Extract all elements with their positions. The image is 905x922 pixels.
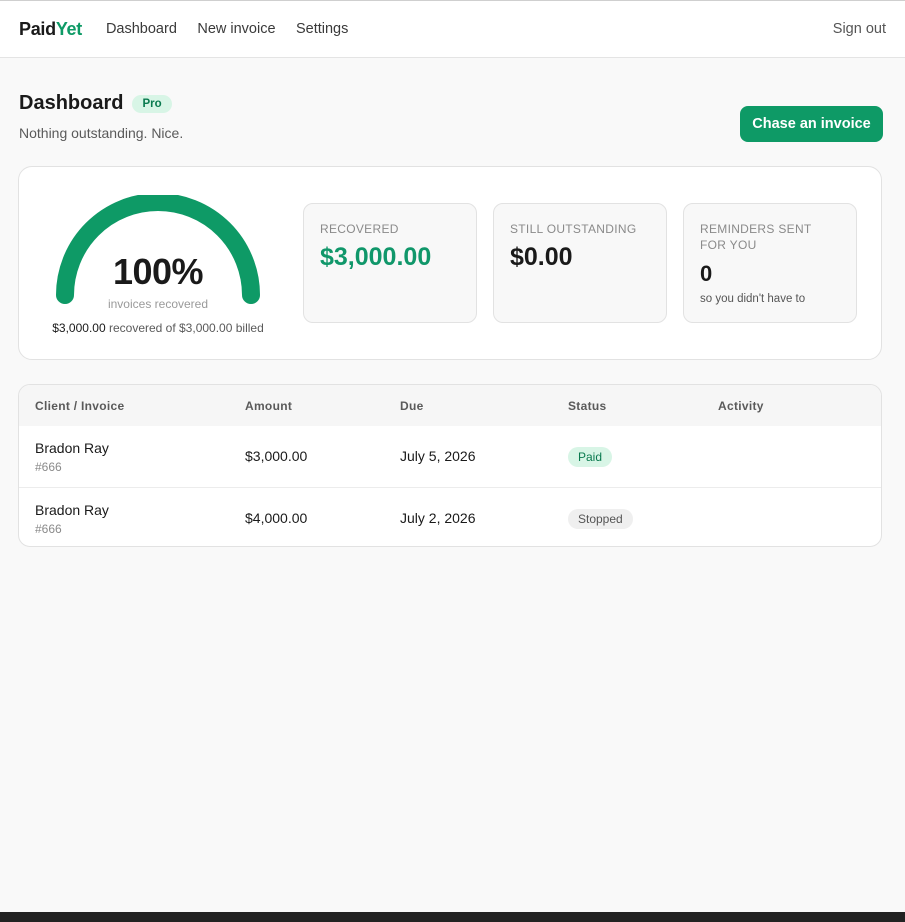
- reminders-metric-card: Reminders sent for you 0 so you didn't h…: [683, 203, 857, 323]
- status-badge: Paid: [568, 447, 613, 467]
- page-title: Dashboard: [19, 92, 124, 114]
- nav-new-invoice-link[interactable]: New invoice: [197, 21, 275, 37]
- invoice-amount: $3,000.00: [245, 448, 308, 464]
- reminders-value: 0: [700, 261, 713, 286]
- invoice-amount: $4,000.00: [245, 510, 308, 526]
- paidyet-logo[interactable]: PaidYet: [19, 19, 82, 40]
- column-header-amount: Amount: [245, 399, 293, 413]
- table-body: Bradon Ray #666 $3,000.00 July 5, 2026 P…: [19, 426, 881, 546]
- gauge-label: invoices recovered: [107, 297, 209, 311]
- logo-text-yet: Yet: [55, 18, 82, 39]
- column-header-activity: Activity: [718, 399, 764, 413]
- status-badge: Stopped: [568, 509, 633, 529]
- recovered-metric-card: Recovered $3,000.00: [303, 203, 477, 323]
- page-header: Dashboard Pro Nothing outstanding. Nice.…: [19, 92, 883, 144]
- recovery-gauge: 100% invoices recovered $3,000.00 recove…: [43, 191, 273, 341]
- main-nav: Dashboard New invoice Settings: [106, 20, 364, 38]
- column-header-due: Due: [400, 399, 424, 413]
- invoice-number: #666: [35, 522, 62, 536]
- invoice-number: #666: [35, 460, 62, 474]
- gauge-recovered-amount: $3,000.00: [52, 321, 106, 335]
- invoices-table: Client / Invoice Amount Due Status Activ…: [18, 384, 882, 547]
- plan-badge: Pro: [132, 94, 172, 113]
- taskbar-strip: [0, 912, 905, 922]
- invoice-due-date: July 5, 2026: [400, 448, 476, 464]
- table-header: Client / Invoice Amount Due Status Activ…: [19, 385, 881, 426]
- outstanding-value: $0.00: [510, 243, 573, 271]
- gauge-summary: $3,000.00 recovered of $3,000.00 billed: [28, 321, 288, 335]
- client-name: Bradon Ray: [35, 502, 109, 518]
- column-header-client: Client / Invoice: [35, 399, 125, 413]
- top-nav-bar: PaidYet Dashboard New invoice Settings S…: [0, 1, 905, 58]
- chase-invoice-button[interactable]: Chase an invoice: [740, 106, 883, 142]
- outstanding-label: Still outstanding: [510, 222, 637, 236]
- table-row[interactable]: Bradon Ray #666 $4,000.00 July 2, 2026 S…: [19, 487, 881, 546]
- recovered-label: Recovered: [320, 222, 399, 236]
- stats-card: 100% invoices recovered $3,000.00 recove…: [18, 166, 882, 360]
- outstanding-metric-card: Still outstanding $0.00: [493, 203, 667, 323]
- gauge-summary-text: recovered of $3,000.00 billed: [108, 321, 264, 335]
- nav-dashboard-link[interactable]: Dashboard: [106, 21, 177, 37]
- table-row[interactable]: Bradon Ray #666 $3,000.00 July 5, 2026 P…: [19, 426, 881, 487]
- column-header-status: Status: [568, 399, 607, 413]
- client-name: Bradon Ray: [35, 440, 109, 456]
- gauge-percentage: 100%: [112, 251, 204, 292]
- sign-out-link[interactable]: Sign out: [833, 21, 886, 37]
- logo-text-paid: Paid: [19, 18, 56, 39]
- reminders-label: Reminders sent for you: [700, 222, 812, 252]
- reminders-note: so you didn't have to: [700, 293, 806, 305]
- nav-settings-link[interactable]: Settings: [296, 21, 348, 37]
- recovered-value: $3,000.00: [320, 243, 432, 271]
- invoice-due-date: July 2, 2026: [400, 510, 476, 526]
